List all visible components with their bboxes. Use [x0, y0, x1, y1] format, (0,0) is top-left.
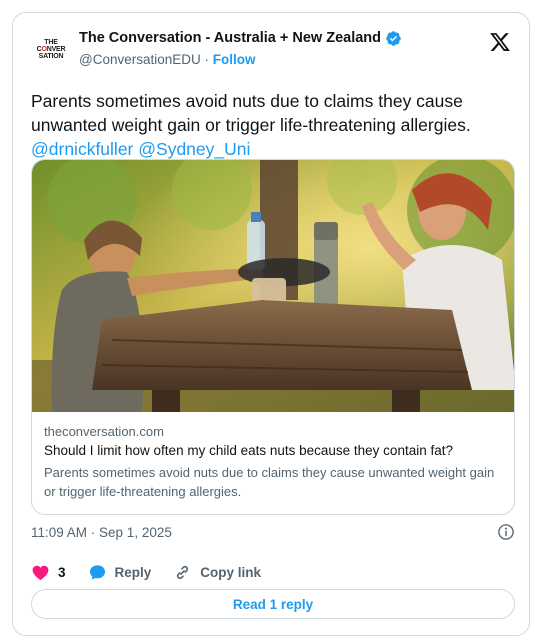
avatar-text-line-2: CONVER — [36, 45, 66, 53]
reply-label: Reply — [114, 564, 152, 580]
tweet-text: Parents sometimes avoid nuts due to clai… — [31, 89, 519, 161]
read-replies-label: Read 1 reply — [232, 596, 314, 612]
copy-link-label: Copy link — [200, 564, 262, 580]
avatar[interactable]: THE CONVER SATION — [31, 29, 71, 69]
info-icon[interactable] — [497, 523, 515, 541]
link-icon — [177, 565, 189, 579]
verified-badge-icon — [386, 30, 401, 46]
link-domain: theconversation.com — [44, 424, 164, 439]
tweet-header: THE CONVER SATION The Conversation - Aus… — [31, 29, 515, 77]
like-count: 3 — [58, 564, 66, 580]
handle-separator: · — [200, 52, 213, 67]
reply-button[interactable]: Reply — [88, 563, 152, 582]
follow-button[interactable]: Follow — [213, 52, 256, 67]
avatar-text-line-3: SATION — [38, 52, 64, 60]
copy-link-button[interactable]: Copy link — [173, 563, 261, 582]
author-display-name[interactable]: The Conversation - Australia + New Zeala… — [79, 30, 381, 46]
read-replies-button[interactable]: Read 1 reply — [31, 589, 515, 619]
author-name-row[interactable]: The Conversation - Australia + New Zeala… — [79, 30, 402, 47]
link-title[interactable]: Should I limit how often my child eats n… — [44, 443, 502, 458]
tweet-timestamp[interactable]: 11:09 AM · Sep 1, 2025 — [31, 525, 172, 540]
article-photo[interactable] — [32, 160, 515, 412]
x-logo-icon[interactable] — [489, 31, 511, 53]
author-handle-line: @ConversationEDU · Follow — [79, 52, 459, 67]
avatar-text-line-1: THE — [44, 38, 58, 46]
tweet-body: Parents sometimes avoid nuts due to clai… — [31, 91, 471, 135]
tweet-card: THE CONVER SATION The Conversation - Aus… — [12, 12, 530, 636]
heart-icon — [32, 565, 49, 580]
author-info: The Conversation - Australia + New Zeala… — [79, 29, 459, 67]
tweet-actions: 3 Reply Copy link — [31, 561, 283, 583]
mention-link[interactable]: @drnickfuller — [31, 139, 133, 159]
like-button[interactable]: 3 — [31, 563, 66, 582]
reply-bubble-icon — [89, 564, 105, 580]
mention-link[interactable]: @Sydney_Uni — [138, 139, 250, 159]
author-handle[interactable]: @ConversationEDU — [79, 52, 201, 67]
link-description: Parents sometimes avoid nuts due to clai… — [44, 465, 495, 499]
link-card-meta: theconversation.com Should I limit how o… — [44, 424, 502, 501]
link-preview-card[interactable]: theconversation.com Should I limit how o… — [31, 159, 515, 515]
